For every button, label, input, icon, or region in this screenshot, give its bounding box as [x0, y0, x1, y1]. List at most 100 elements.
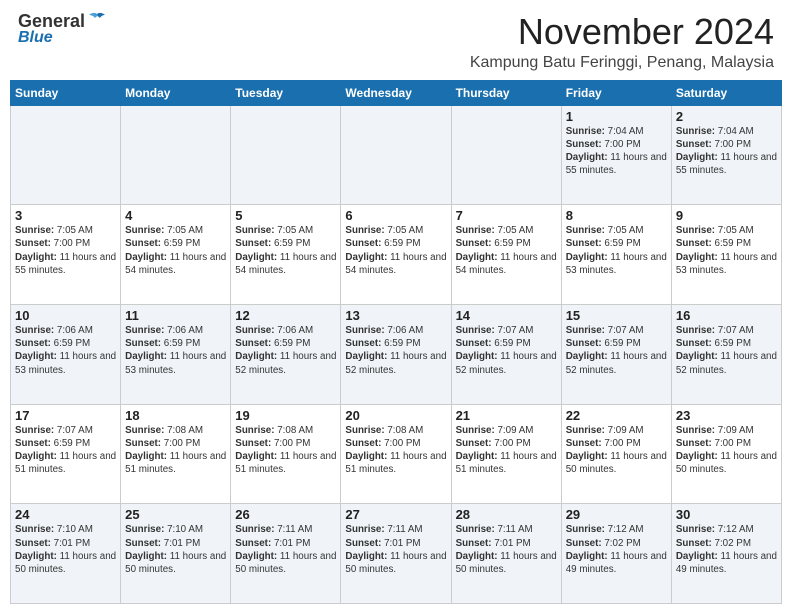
day-number: 1: [566, 109, 667, 124]
calendar-cell: 12Sunrise: 7:06 AMSunset: 6:59 PMDayligh…: [231, 304, 341, 404]
calendar-cell: 26Sunrise: 7:11 AMSunset: 7:01 PMDayligh…: [231, 504, 341, 604]
calendar-cell: 11Sunrise: 7:06 AMSunset: 6:59 PMDayligh…: [121, 304, 231, 404]
day-info: Sunrise: 7:10 AMSunset: 7:01 PMDaylight:…: [125, 523, 226, 576]
weekday-header-thursday: Thursday: [451, 80, 561, 105]
calendar-week-row: 3Sunrise: 7:05 AMSunset: 7:00 PMDaylight…: [11, 205, 782, 305]
calendar-week-row: 17Sunrise: 7:07 AMSunset: 6:59 PMDayligh…: [11, 404, 782, 504]
calendar-cell: 19Sunrise: 7:08 AMSunset: 7:00 PMDayligh…: [231, 404, 341, 504]
day-info: Sunrise: 7:11 AMSunset: 7:01 PMDaylight:…: [235, 523, 336, 576]
day-info: Sunrise: 7:07 AMSunset: 6:59 PMDaylight:…: [676, 324, 777, 377]
calendar-week-row: 1Sunrise: 7:04 AMSunset: 7:00 PMDaylight…: [11, 105, 782, 205]
day-info: Sunrise: 7:07 AMSunset: 6:59 PMDaylight:…: [15, 424, 116, 477]
month-title: November 2024: [470, 12, 774, 52]
calendar-cell: 22Sunrise: 7:09 AMSunset: 7:00 PMDayligh…: [561, 404, 671, 504]
day-number: 28: [456, 507, 557, 522]
day-info: Sunrise: 7:05 AMSunset: 6:59 PMDaylight:…: [566, 224, 667, 277]
day-number: 6: [345, 208, 446, 223]
calendar-cell: 25Sunrise: 7:10 AMSunset: 7:01 PMDayligh…: [121, 504, 231, 604]
day-info: Sunrise: 7:12 AMSunset: 7:02 PMDaylight:…: [676, 523, 777, 576]
day-number: 18: [125, 408, 226, 423]
day-info: Sunrise: 7:12 AMSunset: 7:02 PMDaylight:…: [566, 523, 667, 576]
page: General Blue November 2024 Kampung Batu …: [0, 0, 792, 612]
day-number: 9: [676, 208, 777, 223]
title-block: November 2024 Kampung Batu Feringgi, Pen…: [470, 12, 774, 72]
calendar-cell: 16Sunrise: 7:07 AMSunset: 6:59 PMDayligh…: [671, 304, 781, 404]
day-number: 13: [345, 308, 446, 323]
day-info: Sunrise: 7:05 AMSunset: 6:59 PMDaylight:…: [125, 224, 226, 277]
day-info: Sunrise: 7:08 AMSunset: 7:00 PMDaylight:…: [235, 424, 336, 477]
day-info: Sunrise: 7:06 AMSunset: 6:59 PMDaylight:…: [125, 324, 226, 377]
weekday-header-friday: Friday: [561, 80, 671, 105]
day-number: 17: [15, 408, 116, 423]
day-info: Sunrise: 7:05 AMSunset: 7:00 PMDaylight:…: [15, 224, 116, 277]
calendar-cell: 28Sunrise: 7:11 AMSunset: 7:01 PMDayligh…: [451, 504, 561, 604]
day-number: 12: [235, 308, 336, 323]
day-number: 4: [125, 208, 226, 223]
day-info: Sunrise: 7:08 AMSunset: 7:00 PMDaylight:…: [125, 424, 226, 477]
day-info: Sunrise: 7:09 AMSunset: 7:00 PMDaylight:…: [676, 424, 777, 477]
calendar-cell: 29Sunrise: 7:12 AMSunset: 7:02 PMDayligh…: [561, 504, 671, 604]
day-number: 5: [235, 208, 336, 223]
weekday-header-tuesday: Tuesday: [231, 80, 341, 105]
logo-blue-text: Blue: [18, 30, 53, 46]
day-info: Sunrise: 7:05 AMSunset: 6:59 PMDaylight:…: [456, 224, 557, 277]
day-info: Sunrise: 7:11 AMSunset: 7:01 PMDaylight:…: [345, 523, 446, 576]
day-info: Sunrise: 7:08 AMSunset: 7:00 PMDaylight:…: [345, 424, 446, 477]
header: General Blue November 2024 Kampung Batu …: [0, 0, 792, 76]
day-info: Sunrise: 7:04 AMSunset: 7:00 PMDaylight:…: [676, 125, 777, 178]
day-info: Sunrise: 7:09 AMSunset: 7:00 PMDaylight:…: [566, 424, 667, 477]
logo-bird-icon: [87, 12, 107, 28]
day-info: Sunrise: 7:07 AMSunset: 6:59 PMDaylight:…: [456, 324, 557, 377]
calendar-cell: [121, 105, 231, 205]
calendar-cell: [11, 105, 121, 205]
calendar-cell: 18Sunrise: 7:08 AMSunset: 7:00 PMDayligh…: [121, 404, 231, 504]
calendar-cell: 6Sunrise: 7:05 AMSunset: 6:59 PMDaylight…: [341, 205, 451, 305]
calendar-cell: 4Sunrise: 7:05 AMSunset: 6:59 PMDaylight…: [121, 205, 231, 305]
day-number: 21: [456, 408, 557, 423]
day-number: 23: [676, 408, 777, 423]
day-number: 29: [566, 507, 667, 522]
day-info: Sunrise: 7:05 AMSunset: 6:59 PMDaylight:…: [676, 224, 777, 277]
weekday-header-saturday: Saturday: [671, 80, 781, 105]
calendar-week-row: 24Sunrise: 7:10 AMSunset: 7:01 PMDayligh…: [11, 504, 782, 604]
day-number: 27: [345, 507, 446, 522]
day-number: 30: [676, 507, 777, 522]
calendar-cell: [341, 105, 451, 205]
day-number: 7: [456, 208, 557, 223]
day-number: 8: [566, 208, 667, 223]
calendar-cell: 2Sunrise: 7:04 AMSunset: 7:00 PMDaylight…: [671, 105, 781, 205]
calendar-cell: [231, 105, 341, 205]
day-info: Sunrise: 7:09 AMSunset: 7:00 PMDaylight:…: [456, 424, 557, 477]
calendar-cell: 21Sunrise: 7:09 AMSunset: 7:00 PMDayligh…: [451, 404, 561, 504]
calendar-cell: 27Sunrise: 7:11 AMSunset: 7:01 PMDayligh…: [341, 504, 451, 604]
day-number: 16: [676, 308, 777, 323]
calendar-cell: 5Sunrise: 7:05 AMSunset: 6:59 PMDaylight…: [231, 205, 341, 305]
calendar-cell: 13Sunrise: 7:06 AMSunset: 6:59 PMDayligh…: [341, 304, 451, 404]
day-info: Sunrise: 7:05 AMSunset: 6:59 PMDaylight:…: [235, 224, 336, 277]
day-number: 10: [15, 308, 116, 323]
weekday-header-monday: Monday: [121, 80, 231, 105]
calendar-cell: 10Sunrise: 7:06 AMSunset: 6:59 PMDayligh…: [11, 304, 121, 404]
calendar-cell: 30Sunrise: 7:12 AMSunset: 7:02 PMDayligh…: [671, 504, 781, 604]
day-number: 14: [456, 308, 557, 323]
weekday-header-wednesday: Wednesday: [341, 80, 451, 105]
day-number: 19: [235, 408, 336, 423]
day-info: Sunrise: 7:07 AMSunset: 6:59 PMDaylight:…: [566, 324, 667, 377]
calendar-cell: 14Sunrise: 7:07 AMSunset: 6:59 PMDayligh…: [451, 304, 561, 404]
calendar-week-row: 10 Sunrise: 7:06 AMSunset: 6:59 PMDayligh…: [11, 304, 782, 404]
day-number: 11: [125, 308, 226, 323]
day-info: Sunrise: 7:11 AMSunset: 7:01 PMDaylight:…: [456, 523, 557, 576]
calendar-cell: 20Sunrise: 7:08 AMSunset: 7:00 PMDayligh…: [341, 404, 451, 504]
day-info: Sunrise: 7:04 AMSunset: 7:00 PMDaylight:…: [566, 125, 667, 178]
calendar-cell: 1Sunrise: 7:04 AMSunset: 7:00 PMDaylight…: [561, 105, 671, 205]
day-number: 3: [15, 208, 116, 223]
calendar-cell: 15Sunrise: 7:07 AMSunset: 6:59 PMDayligh…: [561, 304, 671, 404]
weekday-header-row: SundayMondayTuesdayWednesdayThursdayFrid…: [11, 80, 782, 105]
calendar-cell: 3Sunrise: 7:05 AMSunset: 7:00 PMDaylight…: [11, 205, 121, 305]
logo: General Blue: [18, 12, 107, 46]
day-number: 25: [125, 507, 226, 522]
day-info: Sunrise: 7:10 AMSunset: 7:01 PMDaylight:…: [15, 523, 116, 576]
location-title: Kampung Batu Feringgi, Penang, Malaysia: [470, 54, 774, 72]
calendar-cell: 9Sunrise: 7:05 AMSunset: 6:59 PMDaylight…: [671, 205, 781, 305]
logo-general-text: General: [18, 12, 85, 30]
